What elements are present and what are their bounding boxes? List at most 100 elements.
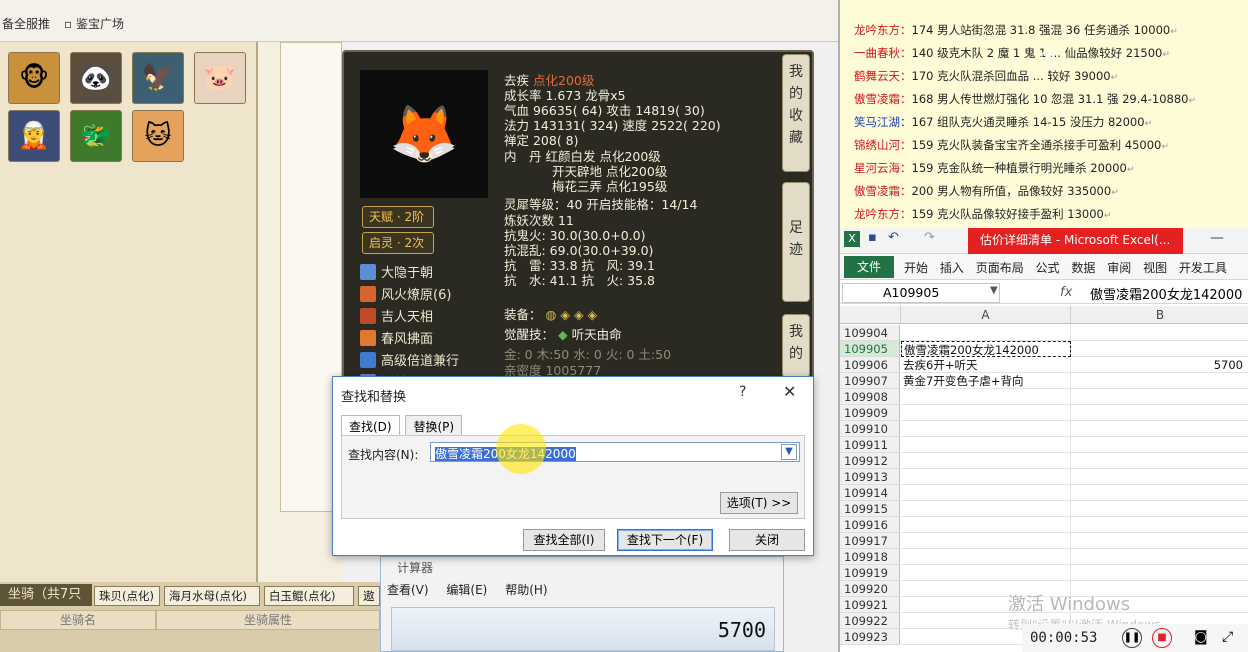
row-header[interactable]: 109905	[840, 341, 900, 357]
cell-b[interactable]	[1071, 469, 1248, 485]
row-header[interactable]: 109913	[840, 469, 900, 485]
cell-b[interactable]	[1071, 341, 1248, 357]
awaken-badge[interactable]: 启灵 · 2次	[362, 232, 434, 254]
row-header[interactable]: 109910	[840, 421, 900, 437]
tab-my[interactable]: 我的	[782, 314, 810, 378]
ribbon-tab[interactable]: 页面布局	[976, 261, 1024, 275]
chevron-down-icon[interactable]: ▼	[781, 444, 797, 460]
row-header[interactable]: 109908	[840, 389, 900, 405]
cell-b[interactable]: 5700	[1071, 357, 1248, 373]
cell-b[interactable]	[1071, 373, 1248, 389]
name-box[interactable]: A109905	[842, 283, 1000, 303]
row-header[interactable]: 109919	[840, 565, 900, 581]
pet-avatar[interactable]: 🧝	[8, 110, 60, 162]
row-header[interactable]: 109921	[840, 597, 900, 613]
ribbon-tab[interactable]: 公式	[1036, 261, 1060, 275]
cell-b[interactable]	[1071, 421, 1248, 437]
skill-item[interactable]: 大隐于朝	[360, 262, 433, 281]
row-header[interactable]: 109920	[840, 581, 900, 597]
cell-b[interactable]	[1071, 437, 1248, 453]
find-input[interactable]: 傲雪凌霜200女龙142000 ▼	[430, 442, 800, 462]
redo-icon[interactable]: ↷	[924, 230, 935, 245]
find-next-button[interactable]: 查找下一个(F)	[617, 529, 713, 551]
row-header[interactable]: 109911	[840, 437, 900, 453]
fx-icon[interactable]: fx	[1060, 285, 1072, 300]
cell-b[interactable]	[1071, 485, 1248, 501]
undo-icon[interactable]: ↶	[888, 230, 899, 245]
calc-menu-view[interactable]: 查看(V)	[387, 583, 429, 597]
cell-a[interactable]	[901, 549, 1071, 565]
find-all-button[interactable]: 查找全部(I)	[523, 529, 605, 551]
ribbon-tab[interactable]: 数据	[1071, 261, 1095, 275]
row-header[interactable]: 109923	[840, 629, 900, 645]
cell-a[interactable]: 傲雪凌霜200女龙142000	[901, 341, 1071, 357]
cell-b[interactable]	[1071, 389, 1248, 405]
pet-avatar[interactable]: 🐱	[132, 110, 184, 162]
expand-icon[interactable]: ⤢	[1222, 629, 1233, 645]
ribbon-tab[interactable]: 插入	[940, 261, 964, 275]
cell-a[interactable]	[901, 469, 1071, 485]
options-button[interactable]: 选项(T) >>	[720, 492, 798, 514]
tab-replace[interactable]: 替换(P)	[405, 415, 463, 437]
cell-a[interactable]	[901, 485, 1071, 501]
cell-a[interactable]	[901, 501, 1071, 517]
row-header[interactable]: 109916	[840, 517, 900, 533]
cell-a[interactable]	[901, 389, 1071, 405]
cell-b[interactable]	[1071, 501, 1248, 517]
pet-avatar[interactable]: 🐵	[8, 52, 60, 104]
column-header[interactable]: B	[1071, 306, 1248, 324]
row-header[interactable]: 109912	[840, 453, 900, 469]
stop-icon[interactable]: ■	[1152, 628, 1172, 648]
row-header[interactable]: 109914	[840, 485, 900, 501]
pet-avatar[interactable]: 🐼	[70, 52, 122, 104]
mount-tab[interactable]: 遨	[358, 586, 380, 606]
row-header[interactable]: 109909	[840, 405, 900, 421]
chevron-down-icon[interactable]: ▼	[990, 285, 998, 296]
ribbon-tab[interactable]: 视图	[1143, 261, 1167, 275]
save-icon[interactable]: ▪	[868, 230, 877, 245]
select-all-corner[interactable]	[840, 306, 901, 324]
row-header[interactable]: 109906	[840, 357, 900, 373]
bookmark-item[interactable]: 备全服推	[2, 15, 50, 32]
cell-a[interactable]	[901, 421, 1071, 437]
cell-a[interactable]	[901, 517, 1071, 533]
camera-icon[interactable]: ◙	[1194, 629, 1208, 645]
row-header[interactable]: 109907	[840, 373, 900, 389]
cell-b[interactable]	[1071, 565, 1248, 581]
mount-tab[interactable]: 珠贝(点化)	[94, 586, 160, 606]
cell-a[interactable]: 黄金7开变色子虐+背向	[901, 373, 1071, 389]
row-header[interactable]: 109917	[840, 533, 900, 549]
skill-item[interactable]: 春风拂面	[360, 328, 433, 347]
cell-a[interactable]	[901, 533, 1071, 549]
close-button[interactable]: 关闭	[729, 529, 805, 551]
formula-input[interactable]: 傲雪凌霜200女龙142000	[1090, 284, 1242, 303]
pause-icon[interactable]: ❚❚	[1122, 628, 1142, 648]
row-header[interactable]: 109918	[840, 549, 900, 565]
mount-tab[interactable]: 白玉鲲(点化)	[264, 586, 354, 606]
skill-item[interactable]: 高级倍道兼行	[360, 350, 459, 369]
skill-item[interactable]: 吉人天相	[360, 306, 433, 325]
row-header[interactable]: 109922	[840, 613, 900, 629]
cell-b[interactable]	[1071, 405, 1248, 421]
cell-a[interactable]	[901, 325, 1071, 341]
file-tab[interactable]: 文件	[844, 256, 894, 278]
skill-item[interactable]: 风火燎原(6)	[360, 284, 451, 303]
talent-badge[interactable]: 天赋 · 2阶	[362, 206, 434, 228]
cell-b[interactable]	[1071, 325, 1248, 341]
cell-a[interactable]	[901, 453, 1071, 469]
tab-find[interactable]: 查找(D)	[341, 415, 400, 437]
row-header[interactable]: 109904	[840, 325, 900, 341]
cell-a[interactable]	[901, 437, 1071, 453]
cell-a[interactable]: 去疾6开+听天	[901, 357, 1071, 373]
ribbon-tab[interactable]: 开始	[904, 261, 928, 275]
mount-tab[interactable]: 海月水母(点化)	[164, 586, 260, 606]
column-header[interactable]: A	[901, 306, 1071, 324]
bookmark-item[interactable]: ▫ 鉴宝广场	[64, 15, 124, 32]
ribbon-tab[interactable]: 开发工具	[1179, 261, 1227, 275]
cell-b[interactable]	[1071, 517, 1248, 533]
tab-footprints[interactable]: 足迹	[782, 182, 810, 302]
pet-avatar[interactable]: 🐷	[194, 52, 246, 104]
cell-b[interactable]	[1071, 533, 1248, 549]
cell-a[interactable]	[901, 565, 1071, 581]
calc-menu-help[interactable]: 帮助(H)	[505, 583, 547, 597]
